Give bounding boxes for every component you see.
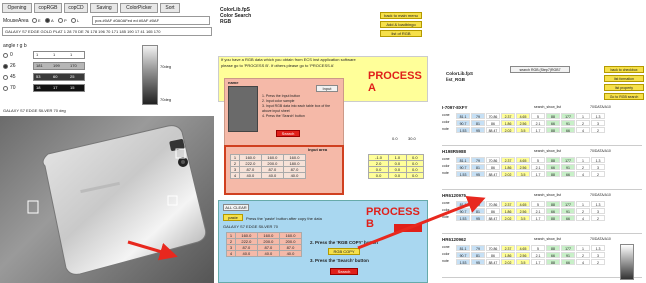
- arrow-right: [357, 196, 486, 250]
- arrow-left: [127, 240, 178, 261]
- arrow-overlay: [127, 196, 486, 261]
